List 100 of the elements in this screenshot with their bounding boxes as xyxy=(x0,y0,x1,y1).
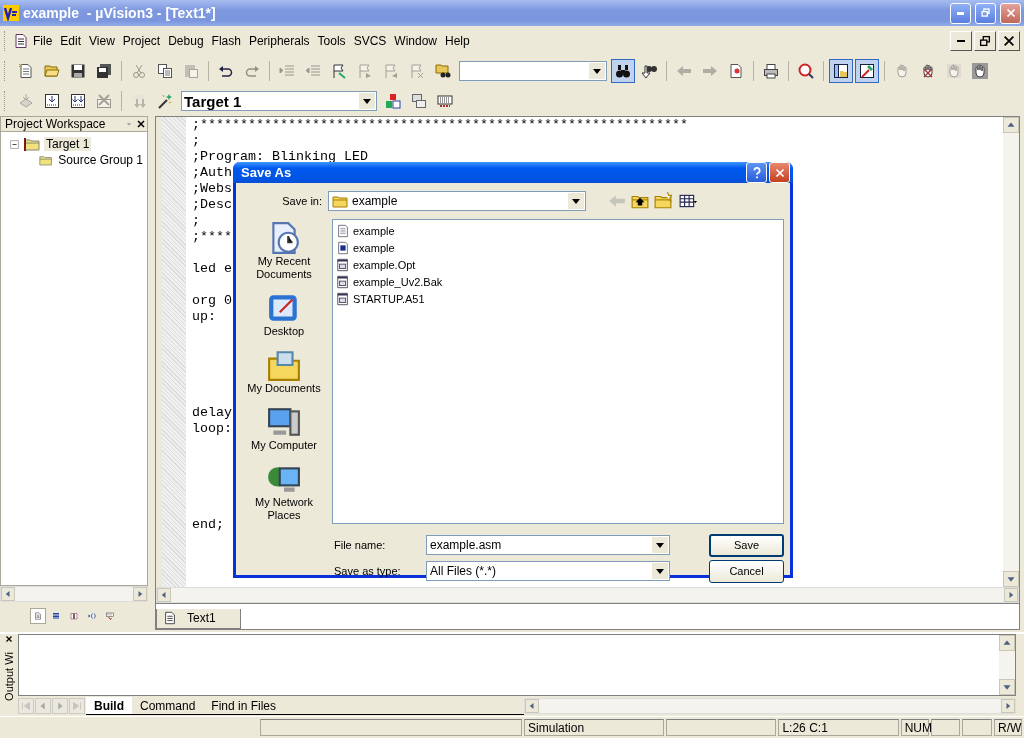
menu-item[interactable]: Peripherals xyxy=(244,32,314,50)
code-line: ;Desc xyxy=(192,197,232,213)
menu-item[interactable]: Edit xyxy=(56,32,86,50)
code-line: up: xyxy=(192,309,216,325)
minimize-icon xyxy=(957,40,965,42)
scroll-down-icon[interactable] xyxy=(1003,571,1019,587)
status-field: R/W xyxy=(994,719,1022,736)
close-button[interactable] xyxy=(1000,2,1021,24)
scroll-up-icon[interactable] xyxy=(999,635,1015,651)
menu-item[interactable]: Project xyxy=(118,32,165,50)
field-label: Save in: xyxy=(281,195,323,207)
menu-item[interactable]: View xyxy=(85,32,119,50)
place-label[interactable]: My Computer xyxy=(247,439,321,452)
restore-icon xyxy=(978,34,992,48)
dialog-title: Save As xyxy=(240,165,293,180)
window-title: example - µVision3 - [Text1*] xyxy=(23,5,217,21)
file-name[interactable]: example xyxy=(353,241,395,254)
minimize-icon xyxy=(957,11,964,15)
panel-title: Project Workspace xyxy=(5,117,107,131)
scroll-left-icon[interactable] xyxy=(1,587,15,601)
horizontal-scrollbar[interactable] xyxy=(156,587,1019,603)
menu-item[interactable]: File xyxy=(29,32,57,50)
dialog-button[interactable]: Save xyxy=(709,533,784,557)
file-name[interactable]: STARTUP.A51 xyxy=(353,292,425,305)
code-line: ;**** xyxy=(192,229,232,245)
tree-item[interactable]: Source Group 1 xyxy=(56,153,145,167)
document-tab[interactable]: Text1 xyxy=(156,609,241,629)
code-line: ; xyxy=(192,213,200,229)
scroll-left-icon[interactable] xyxy=(157,588,171,602)
dropdown-field[interactable]: Target 1 xyxy=(181,91,377,111)
horizontal-scrollbar[interactable] xyxy=(524,698,1016,714)
vertical-scrollbar[interactable] xyxy=(999,635,1015,695)
output-tab[interactable]: Find in Files xyxy=(203,697,285,715)
close-icon[interactable] xyxy=(135,118,147,130)
menu-item[interactable]: Flash xyxy=(207,32,245,50)
document-icon xyxy=(13,33,29,49)
menu-item[interactable]: Debug xyxy=(164,32,208,50)
dropdown-field[interactable]: All Files (*.*) xyxy=(426,561,670,581)
restore-button[interactable] xyxy=(975,2,996,24)
close-icon[interactable] xyxy=(4,634,14,644)
output-tab[interactable]: Build xyxy=(86,697,132,715)
new-folder-icon[interactable] xyxy=(654,192,672,210)
status-field xyxy=(962,719,992,736)
status-field: L:26 C:1 xyxy=(778,719,899,736)
menu-item[interactable]: Window xyxy=(390,32,441,50)
dropdown-field[interactable] xyxy=(459,61,607,81)
file-name[interactable]: example.Opt xyxy=(353,258,416,271)
restore-icon xyxy=(978,6,993,20)
place-label[interactable]: My Recent Documents xyxy=(247,255,321,281)
scroll-up-icon[interactable] xyxy=(1003,117,1019,133)
field-label: Save as type: xyxy=(333,565,402,577)
collapse-icon[interactable] xyxy=(9,138,20,150)
code-line: ;Webs xyxy=(192,181,232,197)
scroll-right-icon[interactable] xyxy=(1001,699,1015,713)
scroll-right-icon[interactable] xyxy=(133,587,147,601)
documents-folder-icon[interactable] xyxy=(267,348,301,382)
place-label[interactable]: My Documents xyxy=(247,382,321,395)
document-close-button[interactable] xyxy=(998,31,1020,51)
file-icon xyxy=(336,274,350,289)
close-button[interactable] xyxy=(769,162,790,183)
workspace-window-icon[interactable] xyxy=(829,59,853,83)
scroll-right-icon[interactable] xyxy=(1004,588,1018,602)
computer-icon[interactable] xyxy=(267,405,301,439)
code-line: loop: xyxy=(192,421,232,437)
menu-item[interactable]: Tools xyxy=(313,32,350,50)
folder-icon xyxy=(332,193,348,209)
file-name[interactable]: example_Uv2.Bak xyxy=(353,275,443,288)
minimize-button[interactable] xyxy=(950,2,971,24)
horizontal-scrollbar[interactable] xyxy=(0,586,148,602)
place-label[interactable]: My Network Places xyxy=(247,496,321,522)
code-line: end; xyxy=(192,517,224,533)
scroll-left-icon[interactable] xyxy=(525,699,540,713)
help-button[interactable] xyxy=(746,162,767,183)
view-menu-icon[interactable] xyxy=(679,192,697,210)
dropdown-field[interactable]: example xyxy=(328,191,586,211)
code-line: ; xyxy=(192,133,200,149)
code-line: delay xyxy=(192,405,232,421)
status-field xyxy=(930,719,961,736)
menu-item[interactable]: Help xyxy=(441,32,474,50)
dropdown-field[interactable]: example.asm xyxy=(426,535,670,555)
scroll-down-icon[interactable] xyxy=(999,679,1015,695)
field-label: File name: xyxy=(333,539,387,551)
app-logo xyxy=(3,5,19,21)
close-icon xyxy=(1002,34,1016,48)
place-label[interactable]: Desktop xyxy=(247,325,321,338)
status-field: NUM xyxy=(900,719,929,736)
menu-item[interactable]: SVCS xyxy=(349,32,391,50)
file-icon xyxy=(336,291,350,306)
project-file-icon xyxy=(336,240,350,255)
tree-item[interactable]: Target 1 xyxy=(44,137,92,151)
vertical-scrollbar[interactable] xyxy=(1003,117,1019,587)
output-window-icon[interactable] xyxy=(855,59,879,83)
file-name[interactable]: example xyxy=(353,224,395,237)
dialog-button[interactable]: Cancel xyxy=(709,559,784,583)
folder-icon xyxy=(24,136,40,152)
document-minimize-button[interactable] xyxy=(950,31,972,51)
code-line: ;************************************************************* xyxy=(192,117,688,133)
output-tab[interactable]: Command xyxy=(132,697,204,715)
binoculars-icon[interactable] xyxy=(611,59,635,83)
document-restore-button[interactable] xyxy=(974,31,996,51)
